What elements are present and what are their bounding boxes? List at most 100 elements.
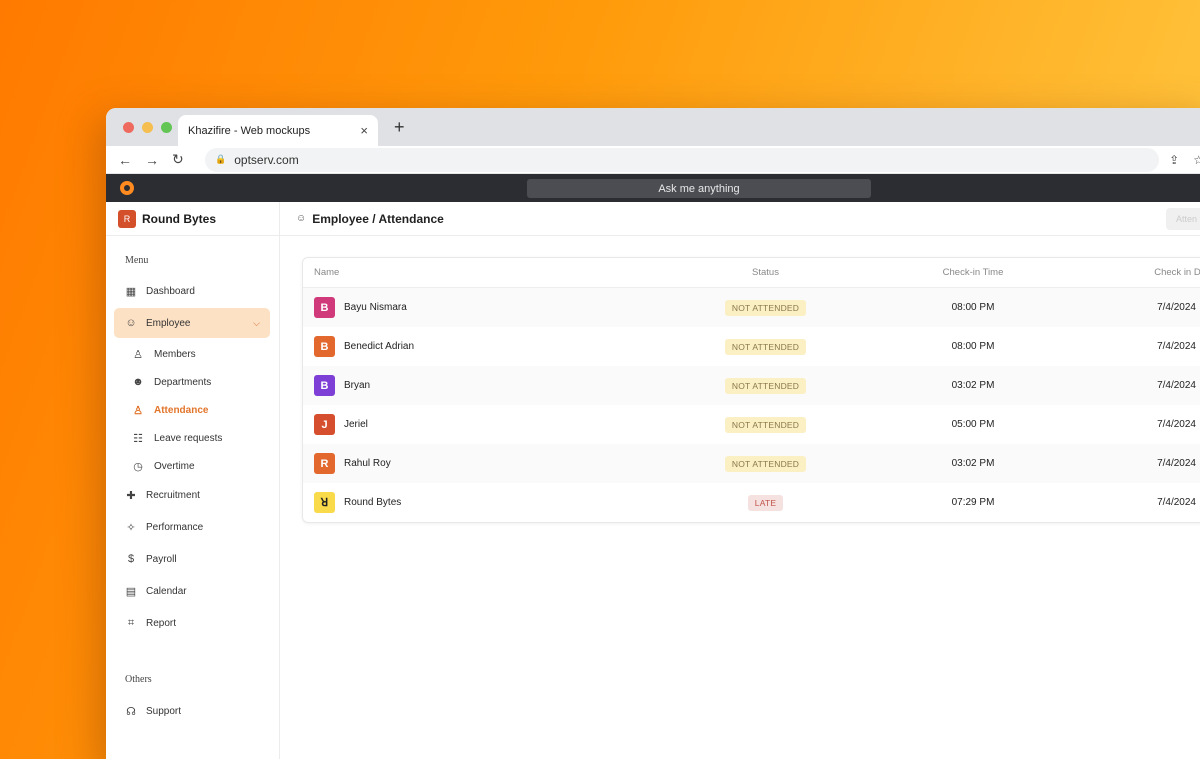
sidebar-item-label: Calendar (146, 585, 187, 597)
minimize-window-button[interactable] (142, 122, 153, 133)
sidebar-item-label: Payroll (146, 553, 177, 565)
employee-name: Benedict Adrian (344, 341, 415, 352)
address-bar: ← → ↻ 🔒 optserv.com ⇪ ☆ (106, 146, 1200, 174)
user-plus-icon: ✚ (126, 489, 136, 502)
checkin-time: 08:00 PM (951, 302, 995, 313)
checkin-date: 7/4/2024 (1157, 341, 1196, 352)
avatar: B (314, 375, 335, 396)
sidebar-subitem-attendance[interactable]: ♙ Attendance (132, 398, 272, 422)
sidebar-item-dashboard[interactable]: ▦ Dashboard (114, 276, 270, 306)
sidebar-subitem-members[interactable]: ♙ Members (132, 342, 272, 366)
share-icon[interactable]: ⇪ (1169, 153, 1179, 167)
header-checkin-date[interactable]: Check in Da (1078, 267, 1200, 278)
checkin-time: 05:00 PM (951, 419, 995, 430)
breadcrumb: Employee / Attendance (312, 211, 444, 226)
workspace-brand[interactable]: R Round Bytes (106, 202, 279, 236)
sidebar-subitem-overtime[interactable]: ◷ Overtime (132, 454, 272, 478)
table-row[interactable]: B Benedict Adrian NOT ATTENDED 08:00 PM 7… (303, 327, 1200, 366)
search-input[interactable]: Ask me anything (527, 179, 871, 198)
attendance-table: Name Status Check-in Time Check in Da BB… (302, 257, 1200, 523)
table-row[interactable]: R Rahul Roy NOT ATTENDED 03:02 PM 7/4/202… (303, 444, 1200, 483)
checkin-date: 7/4/2024 (1157, 380, 1196, 391)
checkin-time: 08:00 PM (951, 341, 995, 352)
status-badge: NOT ATTENDED (724, 416, 807, 433)
sidebar-item-label: Dashboard (146, 285, 195, 297)
bookmark-star-icon[interactable]: ☆ (1193, 153, 1200, 167)
table-row[interactable]: B Bryan NOT ATTENDED 03:02 PM 7/4/2024 (303, 366, 1200, 405)
header-checkin-time[interactable]: Check-in Time (868, 267, 1078, 278)
sparkle-icon: ✧ (126, 521, 136, 534)
calendar-icon: ▤ (125, 585, 137, 598)
header-name[interactable]: Name (303, 267, 663, 278)
sidebar-item-recruitment[interactable]: ✚ Recruitment (114, 480, 270, 510)
dollar-icon: $ (127, 553, 135, 565)
sidebar-item-label: Members (154, 348, 196, 360)
sidebar-subitem-departments[interactable]: ☻ Departments (132, 370, 272, 394)
avatar: R (314, 453, 335, 474)
sidebar-item-label: Departments (154, 376, 212, 388)
checkin-time: 07:29 PM (951, 497, 995, 508)
workspace-name: Round Bytes (142, 211, 217, 226)
header-status[interactable]: Status (663, 267, 868, 278)
attendance-action-button[interactable]: Atten (1166, 208, 1200, 230)
checkin-time: 03:02 PM (951, 380, 995, 391)
headset-icon: ☊ (126, 705, 136, 718)
departments-icon: ☻ (132, 376, 144, 388)
back-arrow-icon[interactable]: ← (118, 152, 145, 168)
sidebar-item-label: Overtime (154, 460, 195, 472)
others-section-label: Others (125, 674, 152, 685)
app-logo-icon[interactable] (120, 181, 134, 195)
avatar: ꓤ (314, 492, 335, 513)
table-row[interactable]: B Bayu Nismara NOT ATTENDED 08:00 PM 7/4/… (303, 288, 1200, 327)
menu-section-label: Menu (125, 255, 149, 266)
url-field[interactable]: 🔒 optserv.com (205, 147, 1160, 172)
sidebar-item-label: Attendance (154, 404, 209, 416)
sidebar-item-performance[interactable]: ✧ Performance (114, 512, 270, 542)
forward-arrow-icon[interactable]: → (145, 152, 172, 168)
status-badge: NOT ATTENDED (724, 299, 807, 316)
status-badge: NOT ATTENDED (724, 377, 807, 394)
sidebar-item-calendar[interactable]: ▤ Calendar (114, 576, 270, 606)
lock-icon: 🔒 (215, 154, 227, 164)
checkin-date: 7/4/2024 (1157, 458, 1196, 469)
close-window-button[interactable] (123, 122, 134, 133)
checkin-time: 03:02 PM (951, 458, 995, 469)
checkin-date: 7/4/2024 (1157, 302, 1196, 313)
status-badge: NOT ATTENDED (724, 338, 807, 355)
reload-icon[interactable]: ↻ (172, 151, 199, 168)
url-text: optserv.com (234, 152, 299, 167)
table-row[interactable]: J Jeriel NOT ATTENDED 05:00 PM 7/4/2024 (303, 405, 1200, 444)
new-tab-button[interactable]: + (394, 117, 405, 138)
tab-title: Khazifire - Web mockups (188, 124, 311, 137)
avatar: J (314, 414, 335, 435)
avatar: B (314, 336, 335, 357)
maximize-window-button[interactable] (161, 122, 172, 133)
sidebar-item-label: Report (146, 617, 177, 629)
status-badge: LATE (747, 494, 784, 511)
employee-name: Jeriel (344, 419, 368, 430)
browser-tab[interactable]: Khazifire - Web mockups × (178, 115, 378, 146)
users-icon: ☺ (125, 317, 137, 329)
sidebar-item-employee[interactable]: ☺ Employee ⌵ (114, 308, 270, 338)
table-header: Name Status Check-in Time Check in Da (303, 258, 1200, 288)
report-icon: ⌗ (127, 616, 135, 629)
employee-name: Rahul Roy (344, 458, 391, 469)
clock-icon: ◷ (133, 460, 143, 473)
user-icon: ♙ (133, 348, 143, 361)
sidebar-item-support[interactable]: ☊ Support (114, 696, 270, 726)
tab-strip: Khazifire - Web mockups × + (106, 108, 1200, 146)
close-tab-icon[interactable]: × (360, 123, 368, 138)
sidebar-item-payroll[interactable]: $ Payroll (114, 544, 270, 574)
sidebar-subitem-leave-requests[interactable]: ☷ Leave requests (132, 426, 272, 450)
app-header: Ask me anything (106, 174, 1200, 202)
employee-name: Bryan (344, 380, 371, 391)
chat-icon: ☷ (133, 432, 143, 445)
checkin-date: 7/4/2024 (1157, 419, 1196, 430)
avatar: B (314, 297, 335, 318)
main-content: ☺ Employee / Attendance Atten Name Statu… (280, 202, 1200, 759)
table-row[interactable]: ꓤ Round Bytes LATE 07:29 PM 7/4/2024 (303, 483, 1200, 522)
sidebar-item-report[interactable]: ⌗ Report (114, 608, 270, 638)
sidebar-item-label: Leave requests (154, 432, 223, 444)
page-header: ☺ Employee / Attendance (280, 202, 1200, 236)
sidebar: R Round Bytes Menu ▦ Dashboard ☺ Employe… (106, 202, 280, 759)
